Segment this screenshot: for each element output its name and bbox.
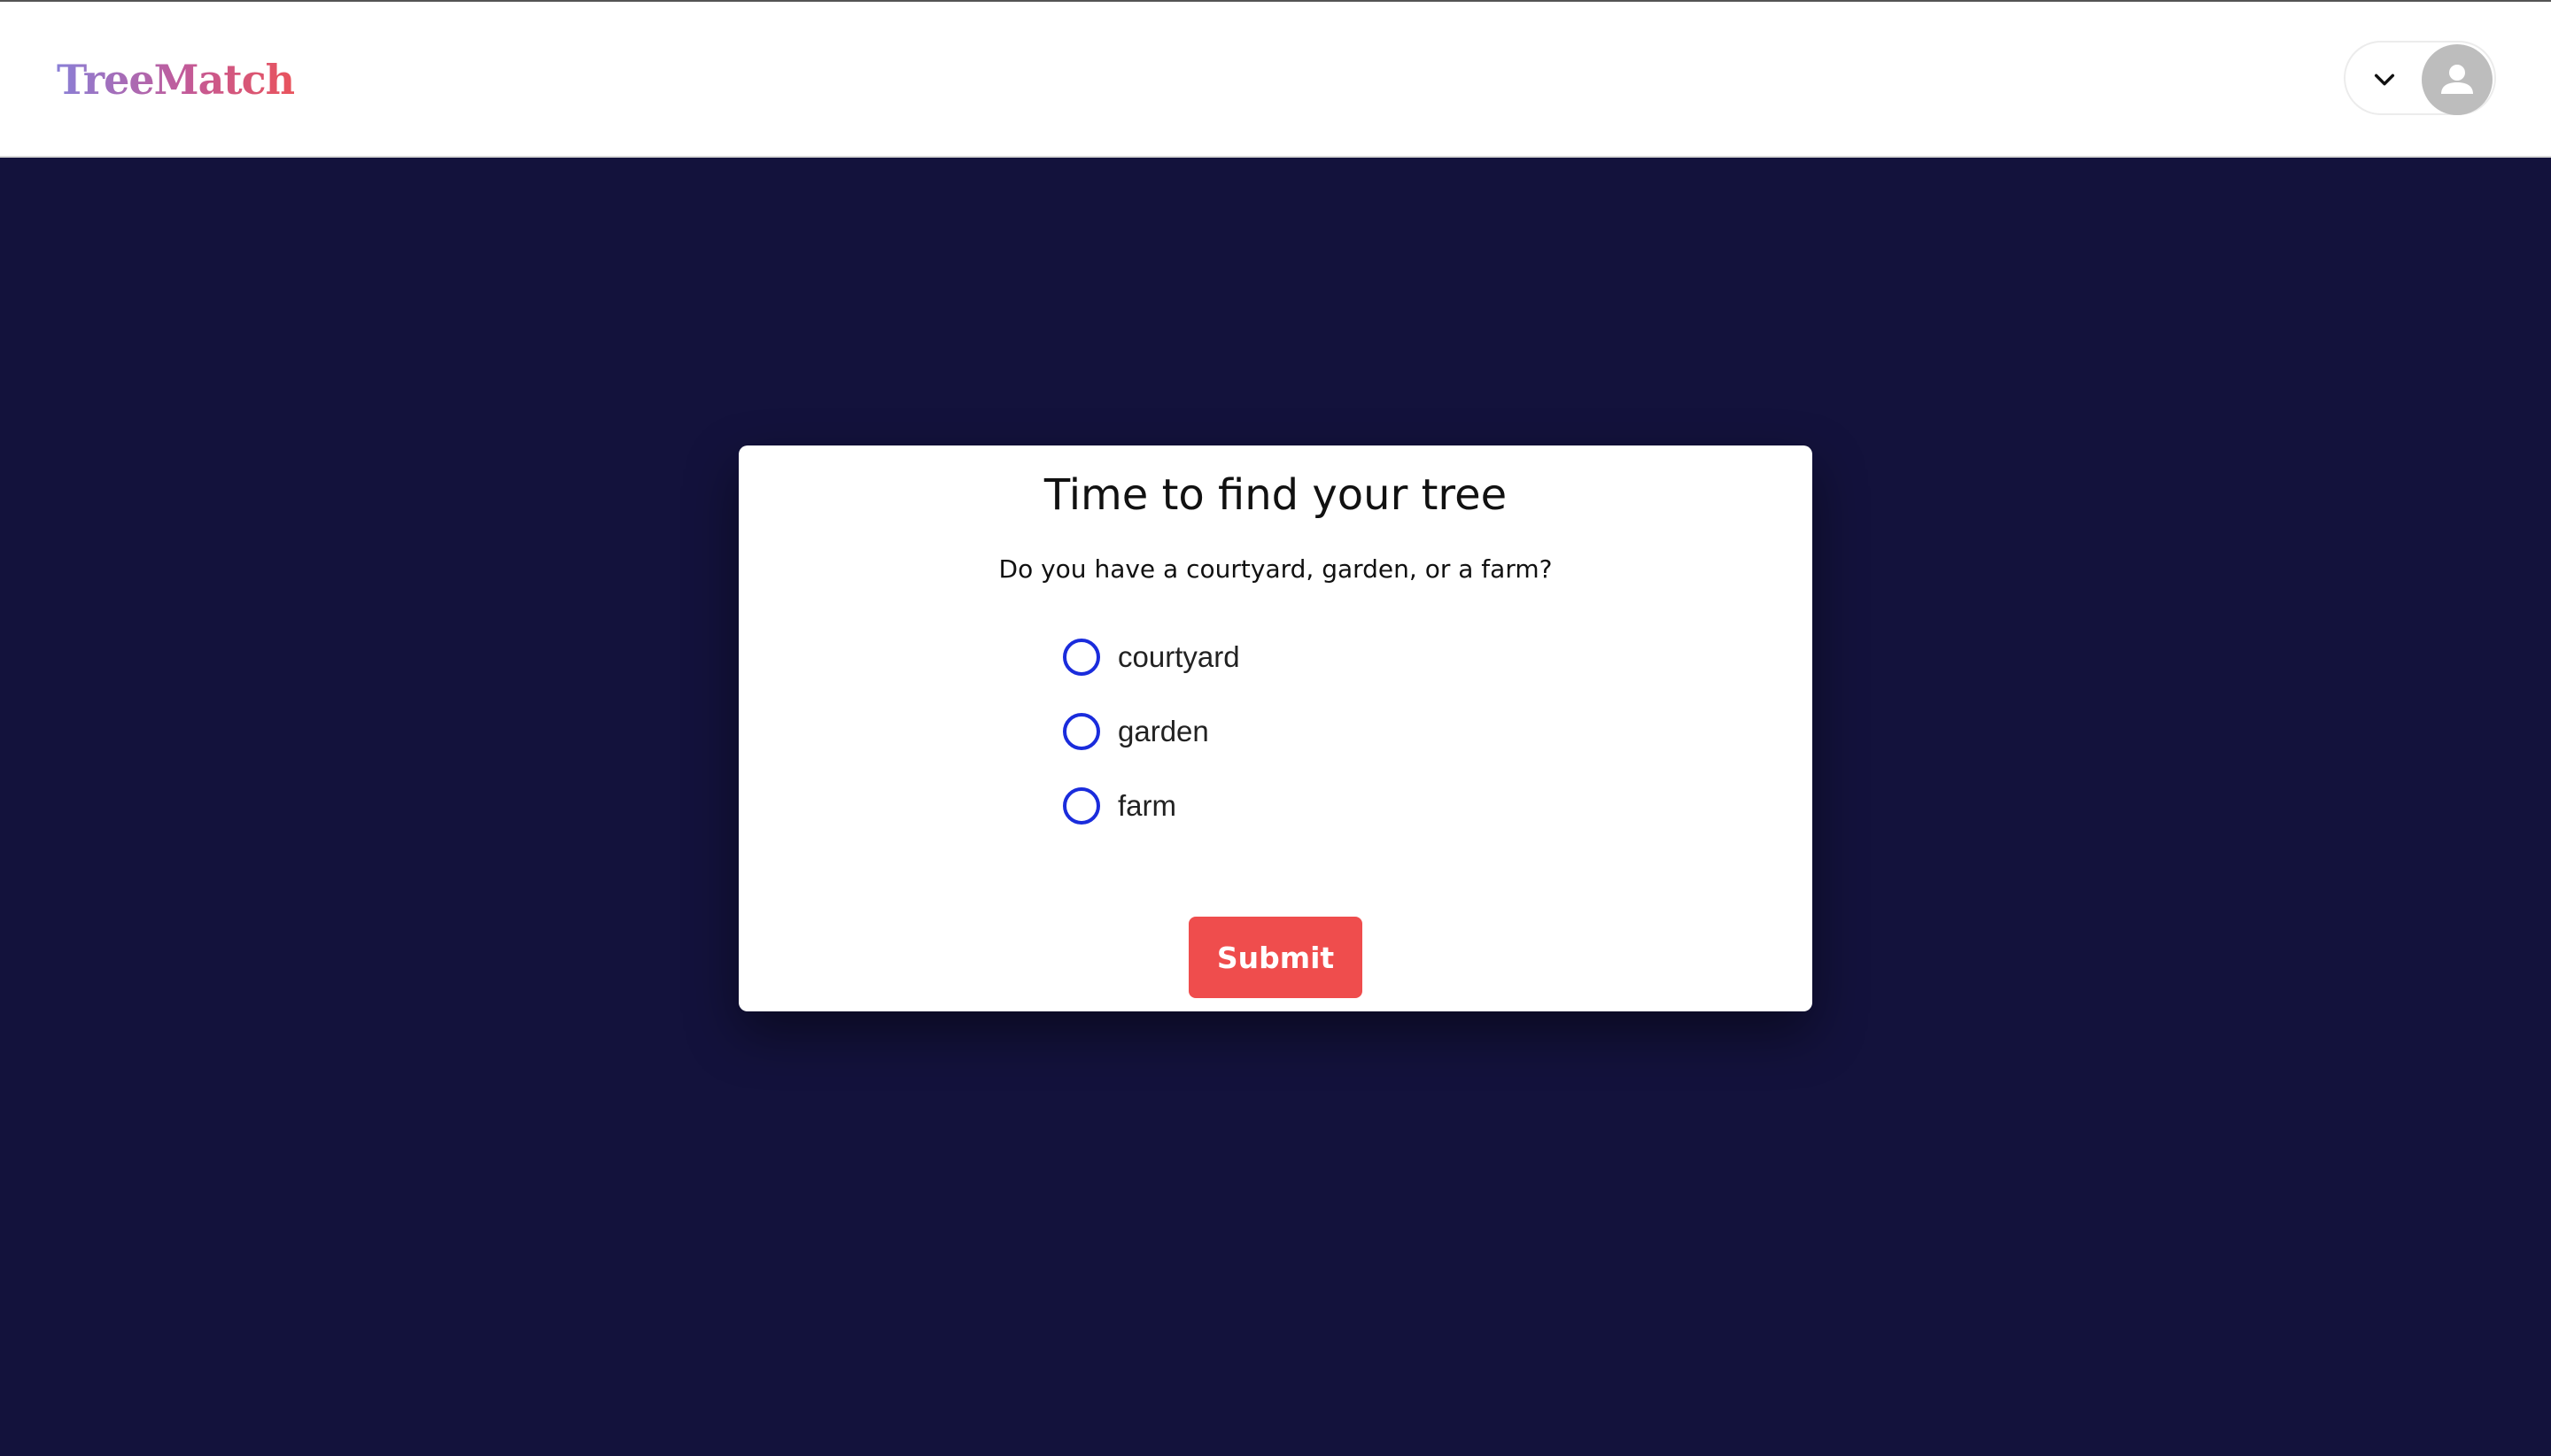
option-garden[interactable]: garden <box>1063 707 1435 756</box>
quiz-title: Time to find your tree <box>1043 470 1508 520</box>
radio-button[interactable] <box>1063 639 1100 676</box>
quiz-card: Time to find your tree Do you have a cou… <box>739 445 1812 1011</box>
option-label: farm <box>1118 789 1176 822</box>
user-menu[interactable] <box>2344 41 2496 115</box>
app-header: TreeMatch <box>0 2 2551 158</box>
option-label: courtyard <box>1118 640 1240 673</box>
user-avatar-icon[interactable] <box>2422 44 2493 115</box>
chevron-down-icon <box>2374 74 2395 86</box>
radio-button[interactable] <box>1063 787 1100 825</box>
quiz-question: Do you have a courtyard, garden, or a fa… <box>998 554 1553 584</box>
option-farm[interactable]: farm <box>1063 781 1435 831</box>
option-courtyard[interactable]: courtyard <box>1063 632 1435 682</box>
option-label: garden <box>1118 715 1209 747</box>
submit-button[interactable]: Submit <box>1189 917 1362 998</box>
app-logo[interactable]: TreeMatch <box>57 48 295 112</box>
radio-button[interactable] <box>1063 713 1100 750</box>
